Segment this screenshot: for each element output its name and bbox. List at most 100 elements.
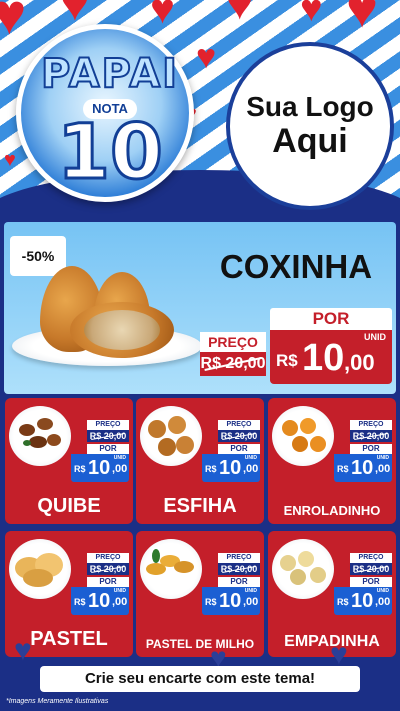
food-piece	[282, 420, 298, 436]
price-decimal: ,00	[375, 596, 391, 608]
price-decimal: ,00	[243, 596, 259, 608]
price-decimal: ,00	[112, 463, 128, 475]
featured-product-name: COXINHA	[219, 248, 373, 285]
old-price-label: PREÇO	[200, 332, 266, 352]
product-card: PREÇO R$ 20,00 POR UNID R$ 10 ,00 ENROLA…	[268, 398, 396, 524]
product-card: PREÇO R$ 20,00 POR UNID R$ 10 ,00 PASTEL…	[136, 531, 264, 657]
currency: R$	[337, 464, 349, 474]
disclaimer: *Imagens Meramente Ilustrativas	[6, 698, 109, 705]
food-piece	[158, 438, 176, 456]
price-integer: 10	[351, 457, 374, 479]
price-integer: 10	[88, 590, 111, 612]
old-price-label: PREÇO	[218, 553, 260, 563]
price-integer: 10	[302, 337, 345, 379]
new-price: UNID R$ 10 ,00	[334, 454, 392, 482]
logo-line-1: Sua Logo	[246, 90, 374, 122]
new-price: UNID R$ 10 ,00	[71, 587, 129, 615]
unit-label: UNID	[113, 588, 126, 594]
product-name: PASTEL DE MILHO	[145, 637, 255, 651]
heart-icon: ♥	[346, 0, 379, 39]
papai-nota-10-badge: PAPAI NOTA 10	[16, 24, 194, 202]
food-image	[9, 406, 71, 466]
logo-placeholder: Sua Logo Aqui	[226, 42, 394, 210]
currency: R$	[74, 597, 86, 607]
new-price: UNID R$ 10 ,00	[270, 330, 392, 384]
product-card: PREÇO R$ 20,00 POR UNID R$ 10 ,00 ESFIHA	[136, 398, 264, 524]
old-price: R$ 20,00	[218, 563, 260, 575]
food-piece	[47, 434, 61, 446]
food-piece	[23, 569, 53, 587]
price-decimal: ,00	[344, 350, 375, 375]
old-price: R$ 20,00	[350, 563, 392, 575]
food-image	[140, 539, 202, 599]
food-image	[140, 406, 202, 466]
food-piece	[290, 569, 306, 585]
heart-icon: ♥	[196, 38, 217, 76]
old-price: R$ 20,00	[87, 430, 129, 442]
new-price: UNID R$ 10 ,00	[71, 454, 129, 482]
old-price: R$ 20,00	[200, 352, 266, 376]
new-price-label: POR	[87, 577, 129, 587]
new-price: UNID R$ 10 ,00	[202, 587, 260, 615]
price-decimal: ,00	[243, 463, 259, 475]
food-piece	[37, 418, 53, 430]
new-price: UNID R$ 10 ,00	[334, 587, 392, 615]
food-piece	[19, 424, 35, 436]
badge-title: PAPAI	[40, 50, 180, 98]
food-piece	[168, 416, 186, 434]
food-piece	[152, 549, 160, 563]
currency: R$	[337, 597, 349, 607]
unit-label: UNID	[376, 588, 389, 594]
product-name: QUIBE	[37, 495, 101, 517]
unit-label: UNID	[244, 455, 257, 461]
unit-label: UNID	[244, 588, 257, 594]
unit-label: UNID	[113, 455, 126, 461]
old-price-label: PREÇO	[350, 420, 392, 430]
cta-button[interactable]: Crie seu encarte com este tema!	[40, 666, 360, 692]
product-price: PREÇO R$ 20,00 POR UNID R$ 10 ,00	[334, 553, 392, 615]
old-price: R$ 20,00	[350, 430, 392, 442]
food-image	[272, 406, 334, 466]
old-price-label: PREÇO	[87, 553, 129, 563]
food-piece	[29, 436, 47, 448]
product-price: PREÇO R$ 20,00 POR UNID R$ 10 ,00	[71, 553, 129, 615]
food-piece	[292, 436, 308, 452]
heart-icon: ♥	[60, 0, 90, 31]
old-price-label: PREÇO	[350, 553, 392, 563]
new-price-label: POR	[350, 577, 392, 587]
new-price-label: POR	[218, 444, 260, 454]
product-price: PREÇO R$ 20,00 POR UNID R$ 10 ,00	[202, 553, 260, 615]
heart-icon: ♥	[300, 0, 323, 30]
old-price-label: PREÇO	[87, 420, 129, 430]
price-decimal: ,00	[112, 596, 128, 608]
food-piece	[300, 418, 316, 434]
heart-icon: ♥	[14, 634, 32, 667]
new-price-label: POR	[218, 577, 260, 587]
product-price: PREÇO R$ 20,00 POR UNID R$ 10 ,00	[71, 420, 129, 482]
new-price-label: POR	[270, 308, 392, 330]
currency: R$	[205, 464, 217, 474]
old-price-label: PREÇO	[218, 420, 260, 430]
product-card: PREÇO R$ 20,00 POR UNID R$ 10 ,00 QUIBE	[5, 398, 133, 524]
heart-icon: ♥	[0, 0, 27, 47]
new-price: UNID R$ 10 ,00	[202, 454, 260, 482]
food-image	[272, 539, 334, 599]
logo-line-2: Aqui	[272, 121, 348, 160]
new-price-label: POR	[87, 444, 129, 454]
featured-product: -50% COXINHA PREÇO R$ 20,00 POR UNID R$ …	[4, 222, 396, 394]
header-banner: ♥ ♥ ♥ ♥ ♥ ♥ ♥ ♥ ♥ PAPAI NOTA 10 Sua Logo…	[0, 0, 400, 222]
old-price: R$ 20,00	[218, 430, 260, 442]
food-piece	[23, 440, 31, 446]
food-piece	[310, 436, 326, 452]
featured-price: PREÇO R$ 20,00 POR UNID R$ 10 ,00	[200, 308, 392, 388]
price-integer: 10	[88, 457, 111, 479]
price-integer: 10	[219, 590, 242, 612]
old-price: R$ 20,00	[87, 563, 129, 575]
price-integer: 10	[219, 457, 242, 479]
price-decimal: ,00	[375, 463, 391, 475]
product-name: ENROLADINHO	[283, 503, 381, 518]
heart-icon: ♥	[150, 0, 175, 32]
food-piece	[174, 561, 194, 573]
food-image	[9, 539, 71, 599]
currency: R$	[74, 464, 86, 474]
